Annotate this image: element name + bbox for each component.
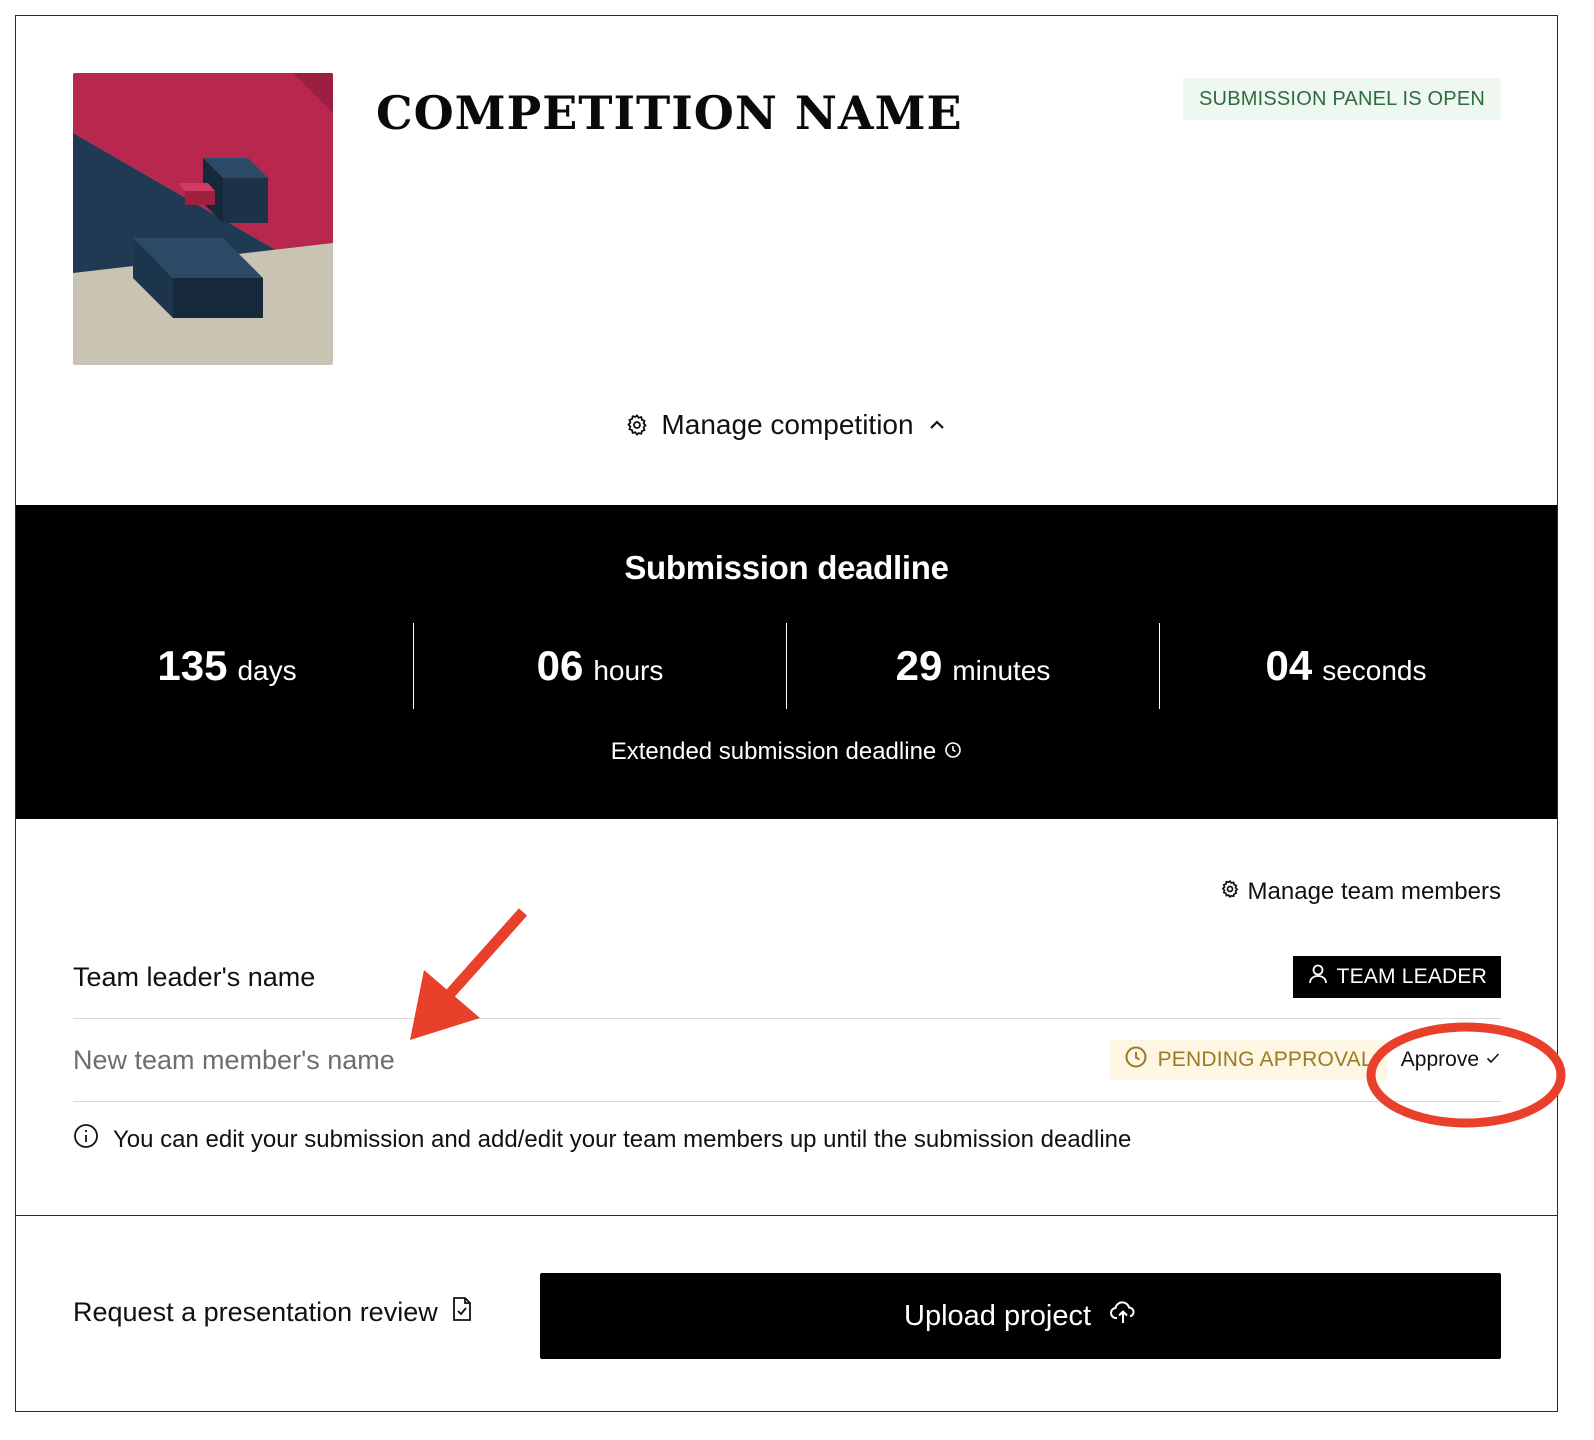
team-member-row-pending: New team member's name PENDING APPROVAL … [73, 1019, 1501, 1102]
extended-deadline-link[interactable]: Extended submission deadline [16, 738, 1557, 766]
manage-competition-toggle[interactable]: Manage competition [16, 409, 1557, 441]
check-icon [1485, 1048, 1501, 1072]
member-actions: PENDING APPROVAL Approve [1109, 1040, 1501, 1080]
pending-approval-label: PENDING APPROVAL [1157, 1048, 1373, 1071]
cloud-upload-icon [1109, 1299, 1137, 1333]
manage-competition-label: Manage competition [661, 409, 914, 440]
competition-panel: COMPETITION NAME SUBMISSION PANEL IS OPE… [15, 15, 1558, 1412]
upload-project-label: Upload project [904, 1299, 1091, 1332]
competition-title: COMPETITION NAME [376, 86, 963, 140]
extended-deadline-label: Extended submission deadline [610, 738, 937, 765]
edit-deadline-info: You can edit your submission and add/edi… [73, 1123, 1131, 1156]
countdown-unit: hours [593, 655, 664, 686]
manage-team-members-label: Manage team members [1247, 878, 1501, 905]
countdown-value: 29 [895, 642, 943, 689]
countdown-value: 04 [1265, 642, 1313, 689]
pending-approval-badge: PENDING APPROVAL [1109, 1040, 1387, 1080]
manage-team-members-button[interactable]: Manage team members [1220, 878, 1501, 906]
upload-project-button[interactable]: Upload project [540, 1273, 1501, 1359]
team-member-row-leader: Team leader's name TEAM LEADER [73, 936, 1501, 1019]
gear-icon [1220, 878, 1240, 906]
countdown-days: 135 days [41, 623, 414, 709]
countdown-unit: days [237, 655, 297, 686]
footer-divider [16, 1215, 1557, 1216]
team-member-name: New team member's name [73, 1044, 395, 1075]
request-presentation-review-link[interactable]: Request a presentation review [73, 1296, 474, 1329]
team-leader-badge: TEAM LEADER [1292, 956, 1501, 998]
user-icon [1307, 963, 1329, 991]
chevron-up-icon [926, 414, 948, 436]
team-leader-name: Team leader's name [73, 961, 316, 992]
countdown-minutes: 29 minutes [787, 623, 1160, 709]
countdown-value: 06 [536, 642, 584, 689]
countdown-hours: 06 hours [414, 623, 787, 709]
approve-label: Approve [1400, 1048, 1479, 1071]
info-icon [73, 1123, 99, 1156]
gear-icon [625, 413, 649, 437]
countdown-unit: seconds [1322, 655, 1427, 686]
approve-member-button[interactable]: Approve [1395, 1042, 1501, 1078]
submission-deadline-panel: Submission deadline 135 days 06 hours 29… [16, 505, 1557, 819]
countdown-value: 135 [157, 642, 228, 689]
info-text: You can edit your submission and add/edi… [113, 1125, 1132, 1153]
countdown-seconds: 04 seconds [1160, 623, 1532, 709]
submission-status-badge: SUBMISSION PANEL IS OPEN [1183, 78, 1501, 120]
clock-icon [1124, 1045, 1148, 1075]
competition-cover-image [73, 73, 333, 365]
countdown: 135 days 06 hours 29 minutes 04 seconds [41, 623, 1532, 709]
request-review-label: Request a presentation review [73, 1297, 438, 1327]
clock-icon [944, 738, 962, 766]
deadline-title: Submission deadline [624, 549, 949, 586]
document-check-icon [450, 1296, 474, 1329]
team-leader-badge-label: TEAM LEADER [1336, 965, 1487, 988]
countdown-unit: minutes [952, 655, 1051, 686]
